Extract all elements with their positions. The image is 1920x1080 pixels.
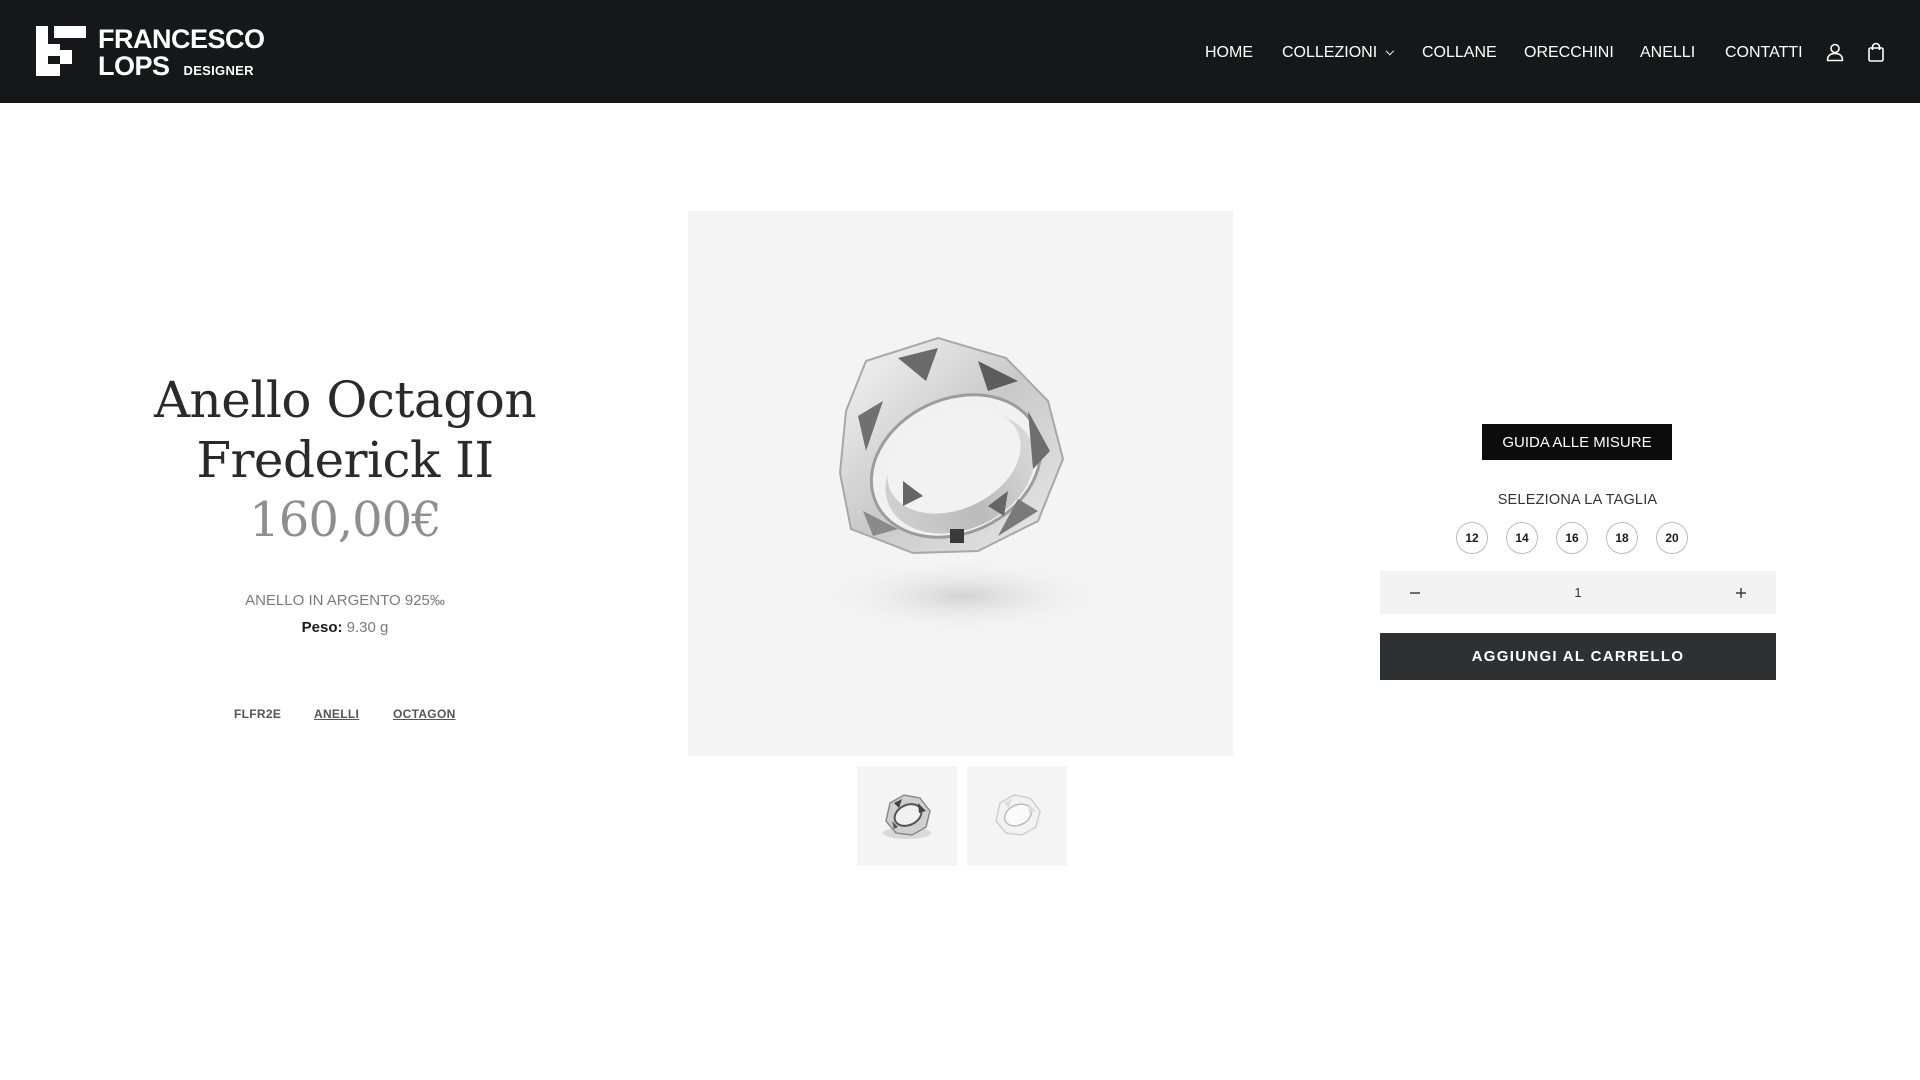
size-option-14[interactable]: 14 [1506,522,1538,554]
logo-name-first: FRANCESCO [98,24,265,54]
product-main-image[interactable] [688,211,1233,756]
nav-collane[interactable]: COLLANE [1422,44,1497,62]
nav-orecchini[interactable]: ORECCHINI [1524,44,1614,62]
logo-mark-icon [36,26,86,76]
size-guide-button[interactable]: GUIDA ALLE MISURE [1482,424,1672,460]
shopping-bag-icon[interactable] [1866,42,1886,62]
thumbnail-2[interactable] [967,766,1067,866]
product-title: Anello Octagon Frederick II [130,370,560,490]
plus-icon [1736,587,1746,598]
quantity-decrease-button[interactable] [1385,571,1445,614]
product-description: ANELLO IN ARGENTO 925‰ [245,592,445,609]
logo-text: FRANCESCO LOPS DESIGNER [98,26,265,80]
logo-subtitle: DESIGNER [183,63,254,78]
product-title-line1: Anello Octagon [153,371,537,429]
size-option-16[interactable]: 16 [1556,522,1588,554]
logo-name-last: LOPS [98,51,170,81]
product-price: 160,00€ [249,492,442,548]
nav-collezioni-label: COLLEZIONI [1282,44,1378,61]
add-to-cart-button[interactable]: AGGIUNGI AL CARRELLO [1380,633,1776,680]
weight-label: Peso: [301,619,343,636]
site-header: FRANCESCO LOPS DESIGNER HOME COLLEZIONI … [0,0,1920,103]
brand-logo[interactable]: FRANCESCO LOPS DESIGNER [36,26,265,80]
quantity-stepper [1380,571,1776,614]
nav-anelli[interactable]: ANELLI [1640,44,1695,62]
product-title-line2: Frederick II [196,431,494,489]
ring-thumbnail-white [995,794,1041,836]
thumbnail-1[interactable] [857,766,957,866]
ring-thumbnail-silver [883,794,931,839]
chevron-down-icon [1385,46,1395,56]
category-link-anelli[interactable]: ANELLI [314,707,359,721]
nav-home[interactable]: HOME [1205,44,1253,62]
select-size-label: SELEZIONA LA TAGLIA [1497,492,1658,508]
ring-image [813,336,1113,634]
user-icon[interactable] [1825,42,1845,62]
nav-contatti[interactable]: CONTATTI [1725,44,1803,62]
product-weight: Peso: 9.30 g [130,619,560,636]
quantity-increase-button[interactable] [1711,571,1771,614]
weight-value: 9.30 g [346,619,389,636]
nav-collezioni[interactable]: COLLEZIONI [1282,44,1395,62]
size-option-18[interactable]: 18 [1606,522,1638,554]
category-link-octagon[interactable]: OCTAGON [393,707,456,721]
product-sku: FLFR2E [234,707,282,721]
size-option-12[interactable]: 12 [1456,522,1488,554]
minus-icon [1410,591,1420,594]
quantity-input[interactable] [1530,571,1626,614]
size-option-20[interactable]: 20 [1656,522,1688,554]
